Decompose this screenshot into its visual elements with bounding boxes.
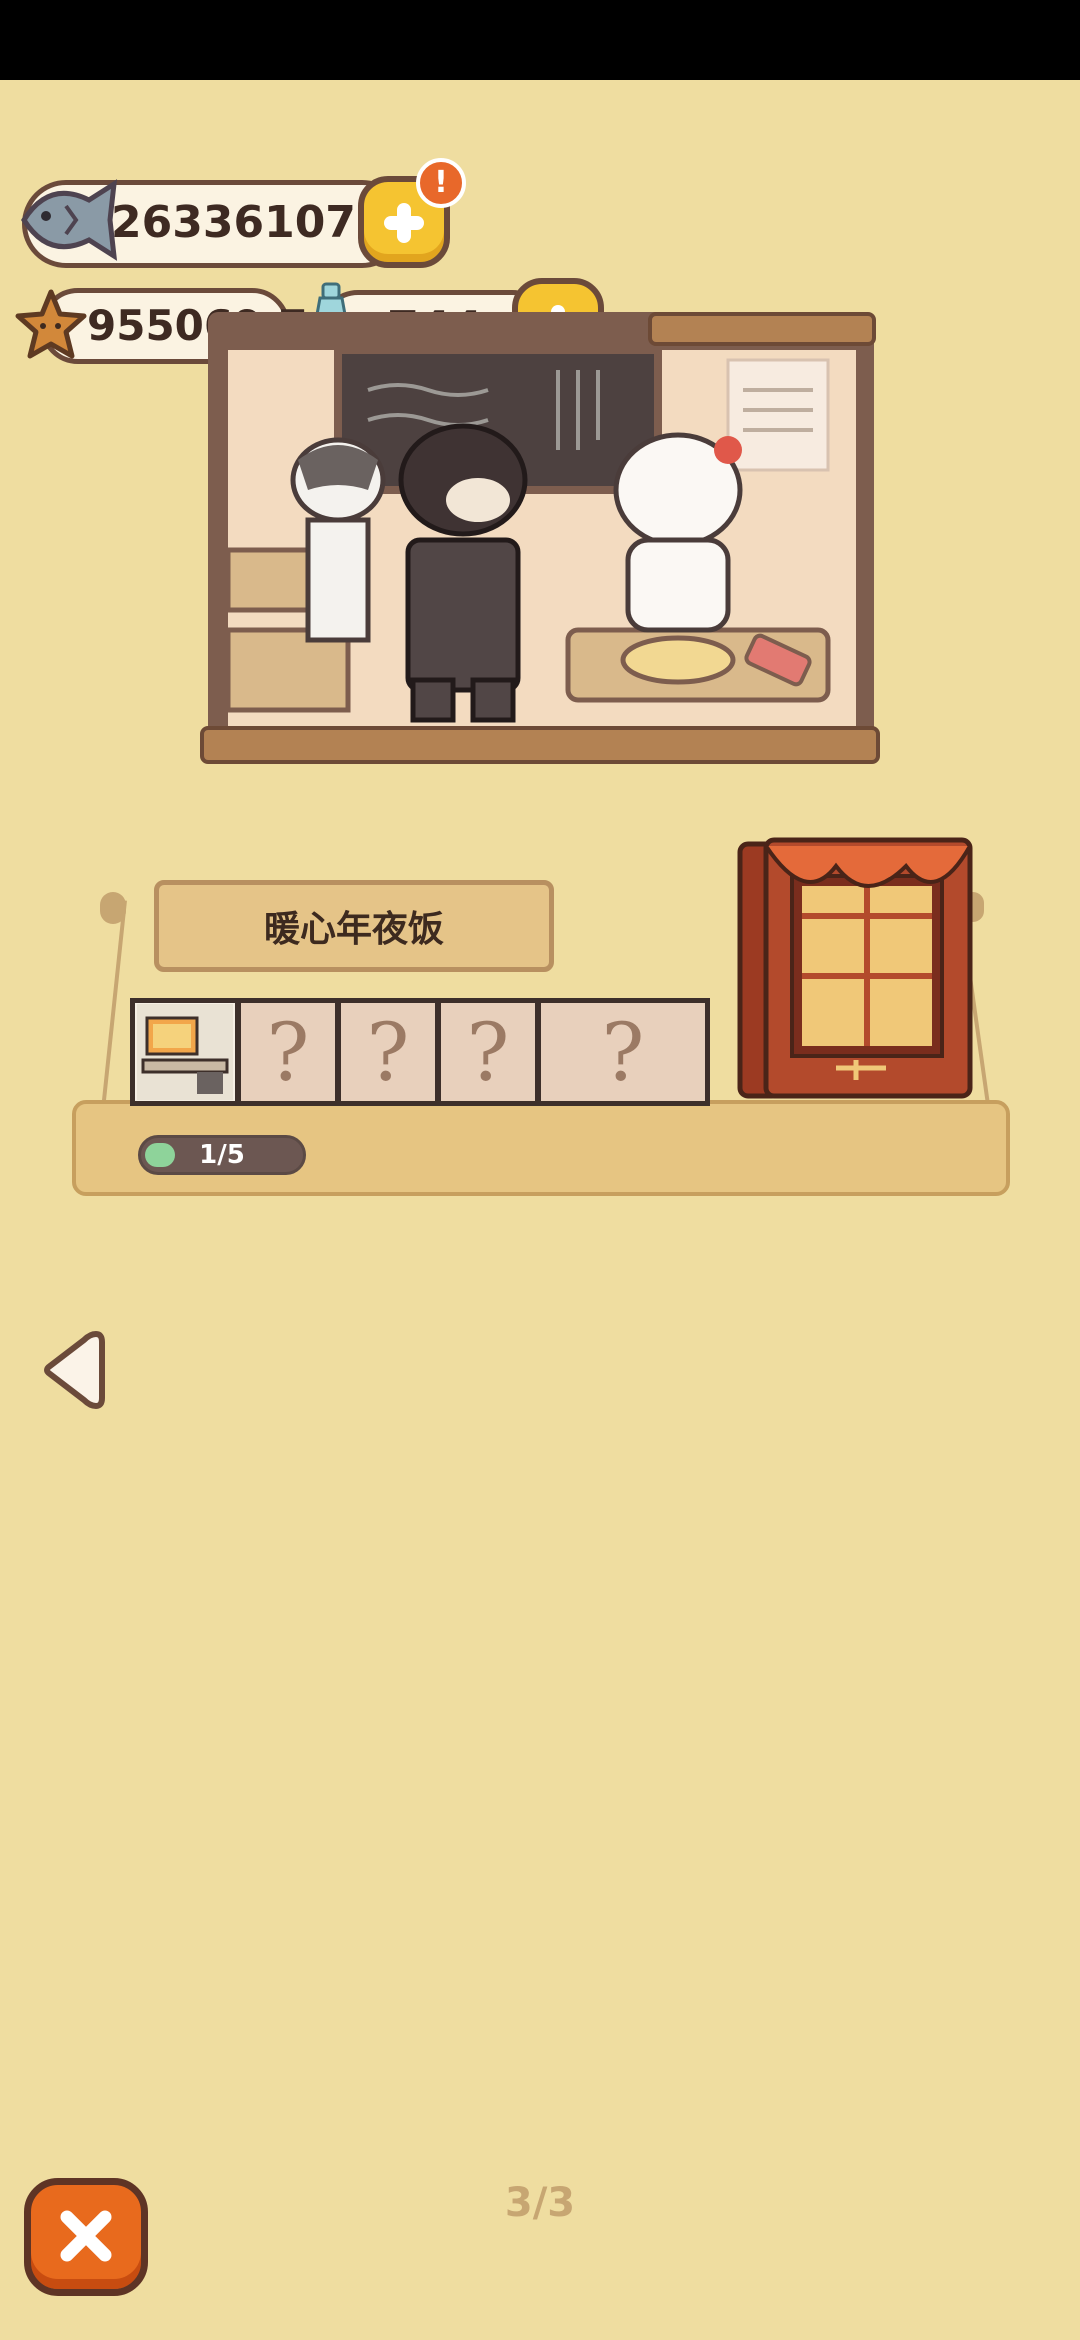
scene-top-beam	[648, 312, 876, 346]
collection-slot-3[interactable]: ?	[336, 998, 440, 1106]
unknown-mark: ?	[466, 1005, 510, 1099]
computer-desk-thumbnail	[137, 1004, 233, 1100]
progress-label: 1/5	[199, 1140, 245, 1170]
collection-slot-2[interactable]: ?	[236, 998, 340, 1106]
unknown-mark: ?	[266, 1005, 310, 1099]
status-bar	[0, 0, 1080, 80]
scene-illustration	[228, 350, 856, 726]
unknown-mark: ?	[601, 1005, 645, 1099]
star-icon	[15, 289, 87, 359]
story-book[interactable]	[736, 836, 974, 1102]
unknown-mark: ?	[366, 1005, 410, 1099]
page-indicator: 3/3	[504, 2180, 576, 2226]
close-button[interactable]	[24, 2178, 148, 2296]
collection-slot-4[interactable]: ?	[436, 998, 540, 1106]
collection-progress-bar: 1/5	[138, 1135, 306, 1175]
close-icon	[60, 2210, 112, 2262]
alert-mark: !	[434, 165, 448, 200]
collection-slot-1[interactable]	[130, 998, 240, 1106]
fish-icon	[21, 179, 118, 261]
classroom-scene	[228, 350, 856, 726]
rope-pin-left	[100, 892, 126, 924]
scene-bottom-beam	[200, 726, 880, 764]
collection-title: 暖心年夜饭	[154, 880, 554, 972]
hanging-rope-left	[101, 900, 127, 1110]
collection-slot-5[interactable]: ?	[536, 998, 710, 1106]
alert-icon: !	[416, 158, 466, 208]
chevron-left-icon[interactable]	[40, 1326, 106, 1414]
